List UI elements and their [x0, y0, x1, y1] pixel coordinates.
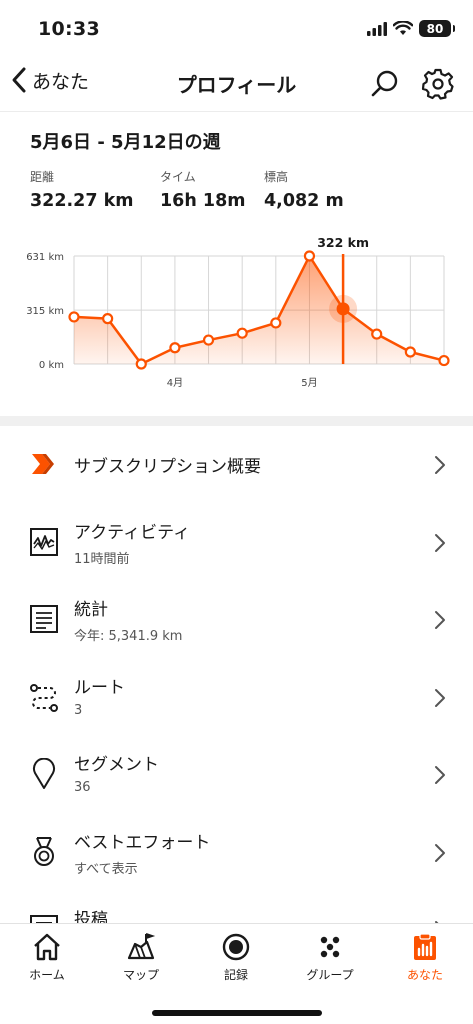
week-title: 5月6日 - 5月12日の週 [30, 132, 221, 153]
chart-point [102, 313, 114, 325]
nav-bar: あなた プロフィール [0, 56, 473, 112]
y-tick-label: 631 km [26, 252, 64, 263]
menu-text: サブスクリプション概要 [74, 452, 261, 477]
menu-text: セグメント 36 [74, 750, 159, 795]
weekly-stats: 距離 322.27 km タイム 16h 18m 標高 4,082 m [30, 168, 394, 211]
menu-item-segments[interactable]: セグメント 36 [0, 736, 473, 814]
chart-point [68, 311, 80, 323]
status-bar: 10:33 80 [0, 0, 473, 56]
chevron-right-icon [435, 456, 445, 474]
menu-subtitle: 今年: 5,341.9 km [74, 629, 183, 644]
x-tick-label: 4月 [167, 377, 183, 389]
menu-title: サブスクリプション概要 [74, 457, 261, 477]
menu-subtitle: すべて表示 [74, 861, 138, 877]
stats-list-icon [30, 605, 58, 633]
home-icon [34, 933, 60, 961]
gear-icon[interactable] [421, 67, 455, 101]
tab-label: マップ [122, 968, 159, 982]
chart-point [236, 327, 248, 339]
menu-text: ルート 3 [74, 673, 125, 718]
tab-home[interactable]: ホーム [0, 932, 94, 983]
section-divider [0, 416, 473, 426]
stat-elevation: 標高 4,082 m [264, 168, 394, 211]
tab-groups[interactable]: グループ [283, 932, 377, 983]
record-icon [222, 933, 250, 961]
menu-item-subscription[interactable]: サブスクリプション概要 [0, 426, 473, 504]
stat-value: 322.27 km [30, 191, 134, 211]
chart-point [135, 358, 147, 370]
chart-point [438, 354, 450, 367]
menu-subtitle: 11時間前 [74, 551, 130, 567]
y-tick-label: 315 km [26, 306, 64, 317]
menu-title: ルート [74, 677, 125, 698]
profile-menu: サブスクリプション概要 アクティビティ 11時間前 統計 今年: 5,341.9… [0, 426, 473, 969]
menu-subtitle: 36 [74, 780, 91, 795]
tab-map[interactable]: マップ [94, 932, 188, 983]
y-tick-label: 0 km [39, 360, 64, 371]
menu-text: アクティビティ 11時間前 [74, 518, 190, 567]
menu-item-stats[interactable]: 統計 今年: 5,341.9 km [0, 581, 473, 659]
chart-point [270, 317, 282, 329]
chart-point [169, 342, 181, 354]
menu-text: ベストエフォート すべて表示 [74, 828, 210, 877]
battery-indicator: 80 [419, 20, 455, 37]
chart-point [371, 328, 383, 340]
weekly-summary: 5月6日 - 5月12日の週 距離 322.27 km タイム 16h 18m … [0, 112, 473, 416]
chart-point [404, 346, 416, 358]
chevron-right-icon [435, 766, 445, 784]
tab-bar: ホーム マップ 記録 グループ あなた [0, 923, 473, 1024]
chevron-right-icon [435, 611, 445, 629]
menu-item-routes[interactable]: ルート 3 [0, 659, 473, 737]
menu-subtitle: 3 [74, 702, 83, 718]
chart-highlight-point [336, 302, 350, 316]
activity-graph-icon [30, 527, 58, 556]
menu-title: アクティビティ [74, 522, 191, 543]
stat-distance: 距離 322.27 km [30, 168, 160, 211]
menu-title: セグメント [74, 755, 159, 775]
tab-label: 記録 [223, 968, 248, 982]
x-tick-label: 5月 [301, 377, 317, 389]
menu-title: ベストエフォート [74, 832, 211, 853]
weekly-distance-chart[interactable]: 631 km 315 km 0 km 4月 5月 322 km [0, 232, 473, 412]
stat-time: タイム 16h 18m [160, 168, 264, 211]
stat-value: 4,082 m [264, 191, 344, 211]
chart-point [202, 334, 215, 346]
menu-title: 統計 [74, 600, 108, 620]
signal-icon [367, 21, 387, 36]
map-icon [127, 933, 156, 960]
map-pin-icon [33, 758, 55, 789]
status-icons: 80 [367, 20, 455, 37]
tab-label: グループ [306, 968, 354, 982]
medal-icon [34, 836, 54, 866]
you-icon [414, 933, 436, 960]
stat-label: 距離 [30, 170, 55, 184]
stat-value: 16h 18m [160, 191, 246, 211]
groups-icon [320, 936, 340, 958]
menu-item-activities[interactable]: アクティビティ 11時間前 [0, 504, 473, 582]
menu-text: 統計 今年: 5,341.9 km [74, 595, 182, 644]
chart-point [303, 250, 316, 262]
chevron-right-icon [435, 688, 445, 707]
battery-level: 80 [426, 21, 444, 36]
chart-highlight-label: 322 km [317, 235, 369, 250]
stat-label: タイム [160, 170, 196, 184]
route-icon [30, 683, 58, 712]
menu-item-best-efforts[interactable]: ベストエフォート すべて表示 [0, 814, 473, 892]
tab-record[interactable]: 記録 [189, 932, 283, 983]
tab-label: ホーム [29, 968, 65, 982]
tab-label: あなた [406, 968, 443, 982]
tab-you[interactable]: あなた [378, 932, 472, 983]
search-icon[interactable] [369, 68, 401, 100]
home-indicator [152, 1010, 322, 1016]
wifi-icon [393, 21, 413, 35]
chevron-right-icon [435, 843, 445, 862]
chevron-right-icon [435, 533, 445, 552]
strava-chevron-icon [32, 454, 54, 474]
page-title: プロフィール [176, 73, 297, 97]
stat-label: 標高 [264, 170, 289, 184]
status-time: 10:33 [38, 18, 100, 40]
